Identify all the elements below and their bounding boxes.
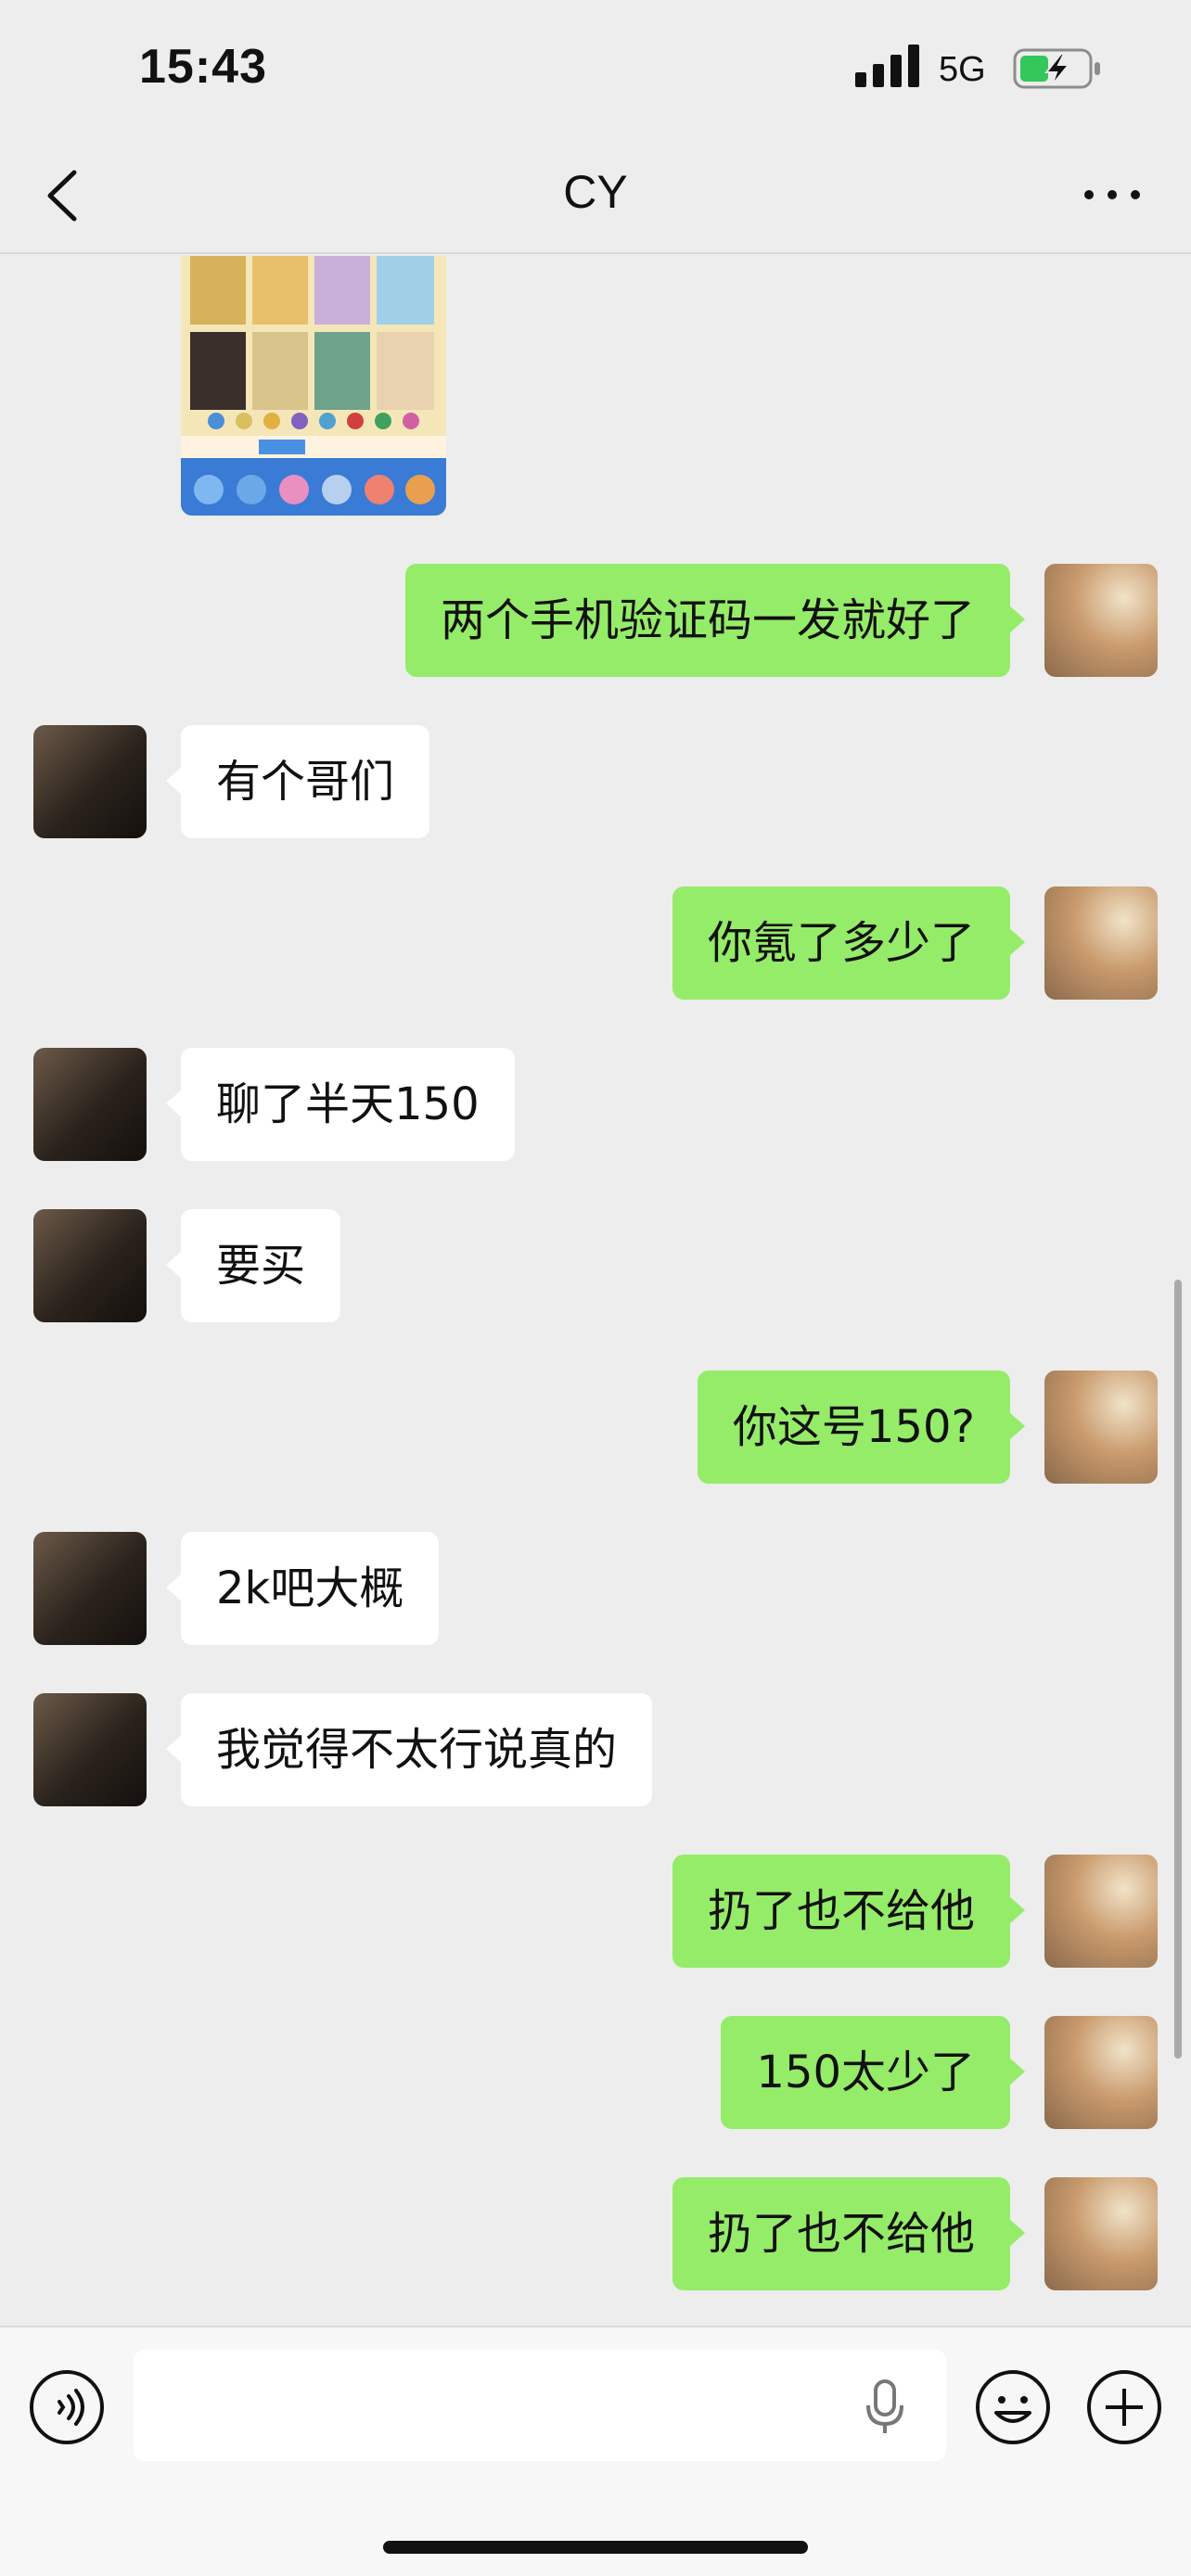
message-input[interactable]: [134, 2350, 946, 2461]
my-avatar[interactable]: [1044, 886, 1158, 1000]
message-bubble-sent[interactable]: 你这号150?: [697, 1371, 1026, 1484]
contact-avatar[interactable]: [33, 1048, 147, 1161]
message-bubble-received[interactable]: 聊了半天150: [166, 1048, 515, 1161]
message-bubble-received[interactable]: 2k吧大概: [165, 1532, 440, 1645]
message-bubble-sent[interactable]: 两个手机验证码一发就好了: [404, 564, 1026, 677]
message-bubble-sent[interactable]: 扔了也不给他: [672, 2177, 1026, 2290]
message-bubble-sent[interactable]: 150太少了: [721, 2016, 1025, 2129]
contact-avatar[interactable]: [33, 1693, 147, 1806]
message-bubble-received[interactable]: 我觉得不太行说真的: [165, 1693, 653, 1806]
message-bubble-received[interactable]: 有个哥们: [165, 725, 430, 838]
my-avatar[interactable]: [1044, 2016, 1158, 2129]
chat-scrollbar[interactable]: [1174, 1280, 1182, 2059]
nav-bar: CY: [0, 139, 1191, 254]
more-ellipsis-icon[interactable]: [1080, 176, 1145, 213]
message-bubble-sent[interactable]: 扔了也不给他: [672, 1855, 1026, 1968]
game-screenshot-thumbnail: [181, 256, 446, 516]
contact-avatar[interactable]: [33, 1532, 147, 1645]
image-message[interactable]: [181, 256, 446, 516]
home-indicator: [383, 2541, 808, 2554]
input-bar: [0, 2326, 1191, 2576]
battery-icon: [1013, 48, 1100, 89]
network-type: 5G: [939, 50, 986, 89]
signal-icon: [855, 45, 919, 87]
my-avatar[interactable]: [1044, 564, 1158, 677]
my-avatar[interactable]: [1044, 2177, 1158, 2290]
status-bar: 15:43 5G: [0, 0, 1191, 139]
message-bubble-received[interactable]: 要买: [165, 1209, 341, 1322]
chat-title: CY: [563, 166, 628, 218]
smiley-icon[interactable]: [974, 2368, 1052, 2446]
message-bubble-sent[interactable]: 你氪了多少了: [672, 886, 1026, 1000]
voice-icon[interactable]: [28, 2368, 106, 2446]
contact-avatar[interactable]: [33, 725, 147, 838]
my-avatar[interactable]: [1044, 1855, 1158, 1968]
plus-icon[interactable]: [1085, 2368, 1163, 2446]
contact-avatar[interactable]: [33, 1209, 147, 1322]
my-avatar[interactable]: [1044, 1371, 1158, 1484]
status-time: 15:43: [139, 40, 267, 94]
microphone-icon[interactable]: [857, 2378, 913, 2437]
chat-area[interactable]: 两个手机验证码一发就好了 有个哥们 你氪了多少了 聊了半天150 要买 你这号1…: [0, 256, 1191, 2326]
